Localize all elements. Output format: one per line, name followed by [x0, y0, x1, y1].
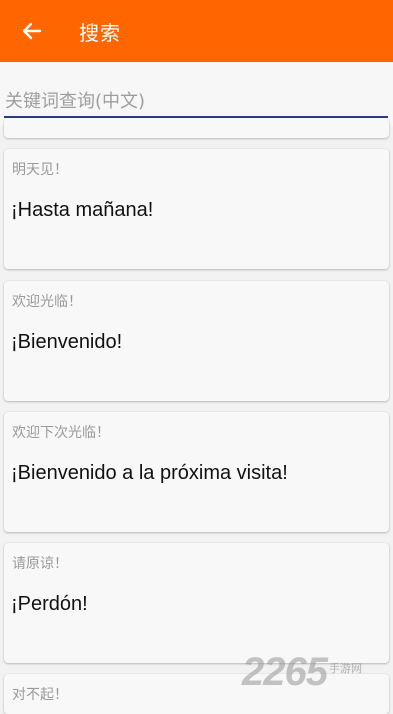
phrase-chinese: 欢迎下次光临！ — [12, 425, 110, 441]
phrase-spanish: ¡Perdón! — [11, 593, 88, 615]
arrow-left-icon — [22, 22, 42, 40]
phrase-spanish: ¡Bienvenido! — [11, 331, 123, 353]
watermark-number: 2265 — [242, 650, 328, 694]
search-bar — [0, 62, 393, 126]
page-title: 搜索 — [79, 20, 121, 45]
phrase-chinese: 欢迎光临！ — [12, 294, 82, 310]
phrase-card[interactable] — [4, 118, 389, 138]
phrase-card[interactable]: 请原谅！ ¡Perdón! — [4, 543, 389, 663]
phrase-chinese: 对不起！ — [12, 687, 68, 703]
phrase-spanish: ¡Hasta mañana! — [11, 199, 154, 221]
phrase-card[interactable]: 欢迎光临！ ¡Bienvenido! — [4, 281, 389, 401]
phrase-card[interactable]: 欢迎下次光临！ ¡Bienvenido a la próxima visita! — [4, 412, 389, 532]
watermark-cn: 手游网 — [328, 662, 362, 675]
app-bar: 搜索 — [0, 0, 393, 62]
back-button[interactable] — [20, 19, 44, 43]
phrase-chinese: 明天见！ — [12, 162, 68, 178]
phrase-card[interactable]: 明天见！ ¡Hasta mañana! — [4, 149, 389, 269]
phrase-spanish: ¡Bienvenido a la próxima visita! — [11, 462, 288, 484]
search-input[interactable] — [5, 88, 388, 114]
watermark-logo: 2265 手游网 — [242, 646, 362, 692]
phrase-chinese: 请原谅！ — [12, 556, 68, 572]
